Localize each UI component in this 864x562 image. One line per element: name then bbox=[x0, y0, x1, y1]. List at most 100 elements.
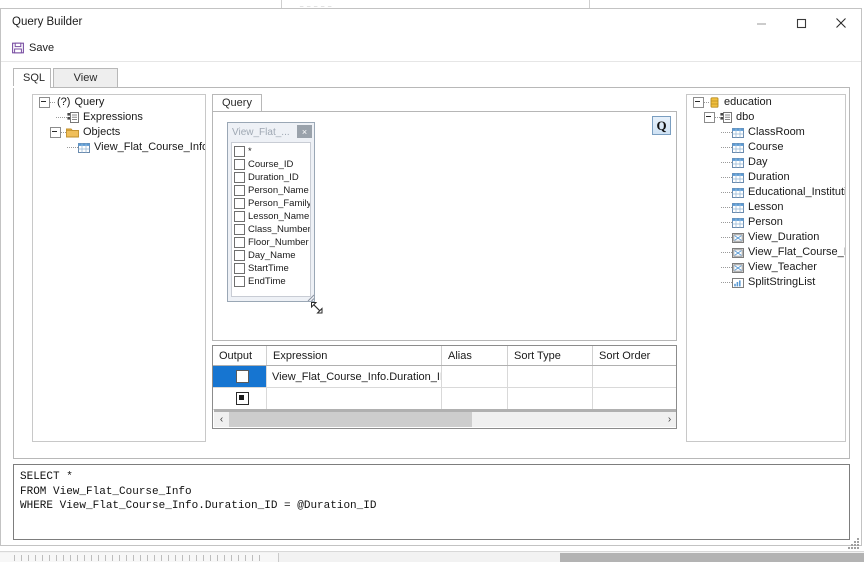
field-list-body[interactable]: * Course_ID Duration_ID Person_Name Pers… bbox=[231, 142, 311, 297]
grid-cell-sort-order[interactable] bbox=[592, 365, 676, 388]
toolbar: Save bbox=[1, 38, 861, 62]
tree-node-lesson[interactable]: Lesson bbox=[687, 200, 845, 215]
tree-node-expressions[interactable]: Expressions bbox=[33, 110, 205, 125]
field-checkbox[interactable] bbox=[234, 263, 245, 274]
field-list-item[interactable]: Duration_ID bbox=[234, 171, 310, 184]
minimize-button[interactable] bbox=[741, 9, 781, 37]
field-checkbox[interactable] bbox=[234, 237, 245, 248]
field-list-item[interactable]: Class_Number bbox=[234, 223, 310, 236]
criteria-grid[interactable]: Output Expression Alias Sort Type Sort O… bbox=[212, 345, 677, 429]
field-checkbox[interactable] bbox=[234, 172, 245, 183]
tree-node-course[interactable]: Course bbox=[687, 140, 845, 155]
tab-query[interactable]: Query bbox=[212, 94, 262, 112]
tree-node-splitstringlist[interactable]: SplitStringList bbox=[687, 275, 845, 290]
field-checkbox[interactable] bbox=[234, 276, 245, 287]
window-controls bbox=[741, 9, 861, 37]
minimize-icon bbox=[756, 23, 766, 24]
field-list-item[interactable]: Course_ID bbox=[234, 158, 310, 171]
tab-view-query[interactable]: View Query bbox=[53, 68, 118, 102]
grid-cell-output[interactable] bbox=[213, 387, 267, 410]
field-list-item[interactable]: Person_Family bbox=[234, 197, 310, 210]
query-structure-tree[interactable]: (?) Query Expressions Objects View_Flat_… bbox=[32, 94, 206, 442]
grid-cell-sort-type[interactable] bbox=[507, 387, 593, 410]
grid-cell-alias[interactable] bbox=[441, 365, 508, 388]
maximize-button[interactable] bbox=[781, 9, 821, 37]
grid-cell-output[interactable] bbox=[213, 365, 267, 388]
field-checkbox[interactable] bbox=[234, 185, 245, 196]
expander-minus-icon[interactable] bbox=[704, 112, 715, 123]
expander-minus-icon[interactable] bbox=[50, 127, 61, 138]
scrollbar-thumb[interactable] bbox=[229, 412, 472, 427]
field-checkbox[interactable] bbox=[234, 146, 245, 157]
tree-connector bbox=[721, 161, 732, 164]
diagram-canvas[interactable]: Q View_Flat_... × * Course_ID Duration_I… bbox=[212, 111, 677, 341]
close-button[interactable] bbox=[821, 9, 861, 37]
view-icon bbox=[732, 232, 744, 243]
field-checkbox[interactable] bbox=[234, 250, 245, 261]
expander-minus-icon[interactable] bbox=[693, 97, 704, 108]
field-label: StartTime bbox=[248, 263, 289, 274]
scroll-right-icon[interactable]: › bbox=[662, 412, 676, 427]
table-row[interactable]: View_Flat_Course_Info.Duration_ID Where bbox=[213, 365, 676, 388]
tree-node-dbo[interactable]: dbo bbox=[687, 110, 845, 125]
tree-node-person[interactable]: Person bbox=[687, 215, 845, 230]
field-list-item[interactable]: StartTime bbox=[234, 262, 310, 275]
save-button[interactable]: Save bbox=[10, 41, 58, 55]
table-row[interactable]: Expres bbox=[213, 387, 676, 410]
sql-editor[interactable]: SELECT * FROM View_Flat_Course_Info WHER… bbox=[13, 464, 850, 540]
tree-node-duration[interactable]: Duration bbox=[687, 170, 845, 185]
grid-header-output[interactable]: Output bbox=[213, 346, 267, 366]
field-checkbox[interactable] bbox=[234, 198, 245, 209]
output-checkbox[interactable] bbox=[235, 370, 249, 383]
grid-header-row: Output Expression Alias Sort Type Sort O… bbox=[213, 346, 676, 366]
tree-node-view-duration[interactable]: View_Duration bbox=[687, 230, 845, 245]
field-checkbox[interactable] bbox=[234, 211, 245, 222]
tree-node-view-teacher[interactable]: View_Teacher bbox=[687, 260, 845, 275]
grid-header-expression[interactable]: Expression bbox=[266, 346, 442, 366]
window-title: Query Builder bbox=[12, 16, 83, 28]
window-resize-grip[interactable] bbox=[848, 538, 860, 550]
query-properties-button[interactable]: Q bbox=[652, 116, 671, 135]
tree-node-label: View_Duration bbox=[748, 231, 820, 243]
tree-node-education[interactable]: education bbox=[687, 95, 845, 110]
tree-node-view-flat-course-info[interactable]: View_Flat_Course_Info bbox=[687, 245, 845, 260]
tree-node-view-flat-course-info[interactable]: View_Flat_Course_Info bbox=[33, 140, 205, 155]
output-checkbox-indeterminate[interactable] bbox=[235, 392, 249, 405]
criteria-grid-table: Output Expression Alias Sort Type Sort O… bbox=[213, 346, 676, 410]
field-list-item[interactable]: * bbox=[234, 145, 310, 158]
table-field-list-panel[interactable]: View_Flat_... × * Course_ID Duration_ID … bbox=[227, 122, 315, 302]
grid-cell-alias[interactable] bbox=[441, 387, 508, 410]
grid-header-sort-order[interactable]: Sort Order bbox=[592, 346, 676, 366]
database-objects-tree[interactable]: education dbo ClassRoom Course Day Durat… bbox=[686, 94, 846, 442]
grid-horizontal-scrollbar[interactable]: ‹ › bbox=[214, 409, 676, 427]
grid-cell-sort-order[interactable] bbox=[592, 387, 676, 410]
tree-node-day[interactable]: Day bbox=[687, 155, 845, 170]
field-list-item[interactable]: Floor_Number bbox=[234, 236, 310, 249]
field-checkbox[interactable] bbox=[234, 159, 245, 170]
tree-node-label: Query bbox=[74, 96, 105, 108]
field-checkbox[interactable] bbox=[234, 224, 245, 235]
field-list-item[interactable]: Lesson_Name bbox=[234, 210, 310, 223]
field-label: Lesson_Name bbox=[248, 211, 310, 222]
tree-node-educational-institution[interactable]: Educational_Institution bbox=[687, 185, 845, 200]
table-icon bbox=[732, 187, 744, 198]
tree-node-classroom[interactable]: ClassRoom bbox=[687, 125, 845, 140]
field-label: Class_Number bbox=[248, 224, 311, 235]
close-icon[interactable]: × bbox=[297, 125, 312, 138]
field-list-item[interactable]: EndTime bbox=[234, 275, 310, 288]
field-list-header[interactable]: View_Flat_... × bbox=[230, 125, 312, 140]
grid-header-alias[interactable]: Alias bbox=[441, 346, 508, 366]
expander-minus-icon[interactable] bbox=[39, 97, 50, 108]
field-list-item[interactable]: Person_Name bbox=[234, 184, 310, 197]
tree-node-objects[interactable]: Objects bbox=[33, 125, 205, 140]
tree-connector bbox=[721, 176, 732, 179]
field-list-item[interactable]: Day_Name bbox=[234, 249, 310, 262]
scroll-left-icon[interactable]: ‹ bbox=[214, 412, 229, 427]
tree-node-query[interactable]: (?) Query bbox=[33, 95, 205, 110]
grid-header-sort-type[interactable]: Sort Type bbox=[507, 346, 593, 366]
tab-sql[interactable]: SQL bbox=[13, 68, 51, 88]
grid-cell-sort-type[interactable] bbox=[507, 365, 593, 388]
grid-cell-expression[interactable]: View_Flat_Course_Info.Duration_ID bbox=[266, 365, 442, 388]
grid-cell-expression[interactable] bbox=[266, 387, 442, 410]
folder-icon bbox=[66, 128, 79, 138]
